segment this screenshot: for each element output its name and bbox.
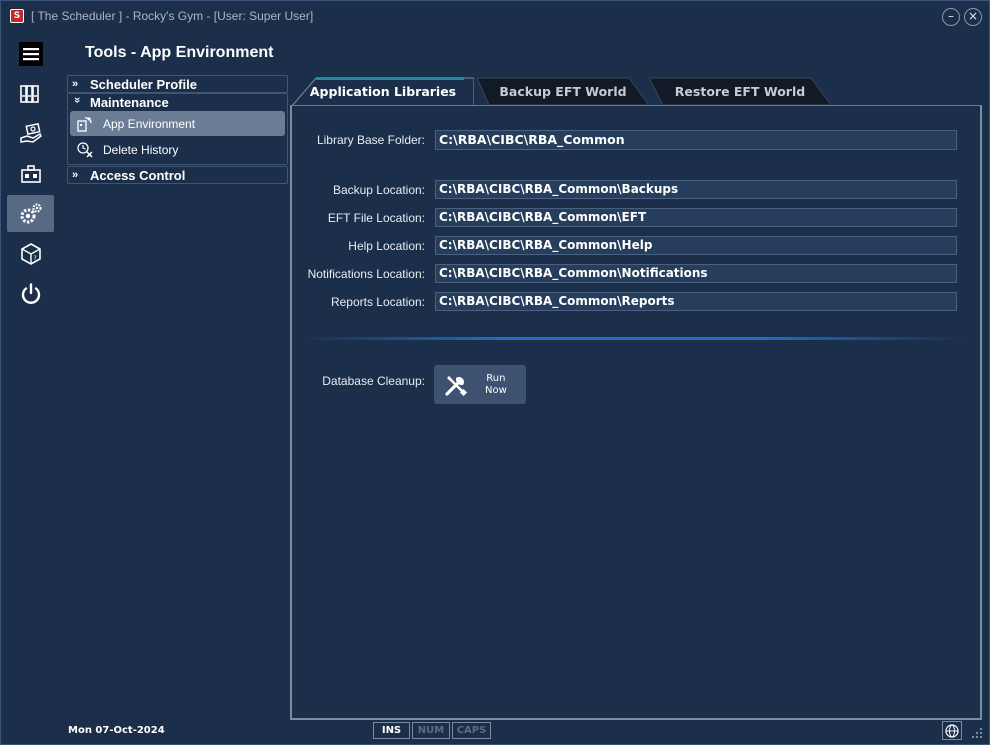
nav-group-label: Access Control [90, 167, 186, 183]
app-environment-icon [77, 116, 92, 132]
nav-group-label: Maintenance [90, 94, 169, 110]
run-now-button[interactable]: Run Now [434, 365, 526, 404]
nav-group-access-control[interactable]: » Access Control [67, 166, 288, 184]
window-title: [ The Scheduler ] - Rocky's Gym - [User:… [31, 9, 314, 23]
close-button[interactable]: × [964, 8, 982, 26]
database-cleanup-label: Database Cleanup: [322, 374, 425, 388]
minimize-button[interactable]: – [942, 8, 960, 26]
chevron-double-down-icon: » [71, 97, 83, 104]
tab-label: Backup EFT World [499, 84, 627, 99]
eft-file-location-field[interactable]: C:\RBA\CIBC\RBA_Common\EFT [435, 208, 957, 227]
nav-group-label: Scheduler Profile [90, 76, 197, 92]
backup-location-field[interactable]: C:\RBA\CIBC\RBA_Common\Backups [435, 180, 957, 199]
num-indicator: NUM [412, 722, 450, 739]
nav-group-header[interactable]: » Maintenance [68, 94, 287, 110]
section-divider [301, 337, 963, 340]
rail-item-tools[interactable] [7, 195, 54, 232]
power-icon [21, 282, 40, 304]
reports-location-label: Reports Location: [330, 295, 425, 309]
payment-hand-icon [19, 122, 42, 143]
briefcase-icon [20, 164, 41, 183]
nav-item-app-environment[interactable]: App Environment [70, 111, 285, 136]
run-now-label-line2: Now [485, 384, 507, 396]
package-icon: ? [20, 242, 41, 265]
gears-icon [20, 202, 42, 223]
language-button[interactable] [942, 721, 962, 740]
tab-application-libraries[interactable]: Application Libraries [292, 77, 474, 106]
tab-restore-eft-world[interactable]: Restore EFT World [649, 77, 831, 106]
nav-item-label: App Environment [103, 116, 196, 131]
library-base-folder-label: Library Base Folder: [316, 133, 425, 147]
tab-label: Restore EFT World [674, 84, 806, 99]
resize-grip-icon[interactable] [969, 727, 983, 739]
globe-icon [945, 723, 959, 738]
ins-indicator: INS [373, 722, 410, 739]
nav-group-maintenance: » Maintenance App Environment Delete His… [67, 93, 288, 165]
page-title: Tools - App Environment [85, 44, 274, 61]
rail-item-payments[interactable] [7, 115, 54, 152]
help-location-field[interactable]: C:\RBA\CIBC\RBA_Common\Help [435, 236, 957, 255]
caps-indicator: CAPS [452, 722, 491, 739]
rail-item-packages[interactable]: ? [7, 235, 54, 272]
backup-location-label: Backup Location: [332, 183, 425, 197]
rail-item-business[interactable] [7, 155, 54, 192]
delete-history-icon [77, 141, 93, 158]
help-location-label: Help Location: [348, 239, 425, 253]
tools-icon [445, 375, 468, 396]
run-now-label-line1: Run [486, 372, 506, 384]
chevron-double-right-icon: » [72, 78, 79, 90]
rail-item-exit[interactable] [7, 275, 54, 312]
title-bar: S [ The Scheduler ] - Rocky's Gym - [Use… [1, 1, 989, 32]
reports-location-field[interactable]: C:\RBA\CIBC\RBA_Common\Reports [435, 292, 957, 311]
chevron-double-right-icon: » [72, 169, 79, 181]
menu-button[interactable] [7, 35, 54, 72]
notifications-location-field[interactable]: C:\RBA\CIBC\RBA_Common\Notifications [435, 264, 957, 283]
nav-group-scheduler-profile[interactable]: » Scheduler Profile [67, 75, 288, 93]
tab-label: Application Libraries [309, 84, 457, 99]
tab-backup-eft-world[interactable]: Backup EFT World [477, 77, 649, 106]
binders-icon [19, 84, 39, 103]
notifications-location-label: Notifications Location: [307, 267, 425, 281]
svg-text:?: ? [33, 255, 36, 262]
app-logo-icon: S [10, 9, 24, 23]
nav-item-label: Delete History [103, 142, 179, 157]
menu-icon [18, 41, 43, 66]
left-rail: ? [1, 32, 61, 722]
rail-item-binders[interactable] [7, 75, 54, 112]
nav-item-delete-history[interactable]: Delete History [70, 137, 285, 162]
library-base-folder-field[interactable]: C:\RBA\CIBC\RBA_Common [435, 130, 957, 150]
eft-file-location-label: EFT File Location: [327, 211, 425, 225]
status-date: Mon 07-Oct-2024 [68, 725, 165, 736]
